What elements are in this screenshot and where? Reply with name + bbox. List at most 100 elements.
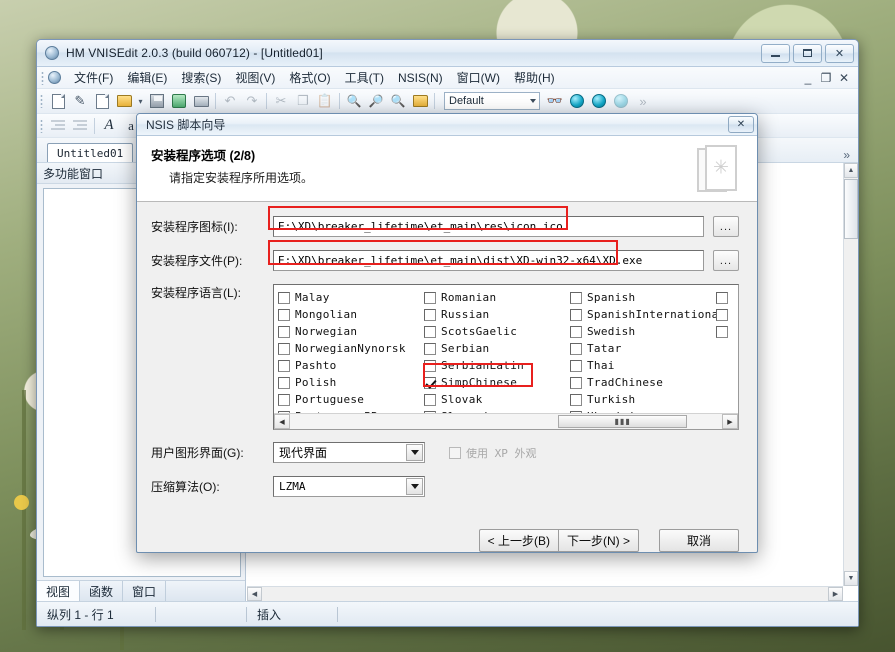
- checkbox[interactable]: [716, 308, 728, 321]
- language-item-spanishinternational[interactable]: SpanishInternational: [570, 306, 725, 323]
- language-item[interactable]: [716, 289, 738, 306]
- menu-item-file[interactable]: 文件(F): [67, 67, 120, 88]
- wizard-close-button[interactable]: ✕: [728, 116, 754, 133]
- toolbar-grip-handle[interactable]: [40, 94, 43, 108]
- language-horizontal-scrollbar[interactable]: ◀ ▮▮▮ ▶: [274, 413, 738, 429]
- mdi-minimize-button[interactable]: _: [801, 72, 815, 84]
- menu-item-help[interactable]: 帮助(H): [507, 67, 562, 88]
- checkbox-thai[interactable]: [570, 359, 582, 372]
- language-item-thai[interactable]: Thai: [570, 357, 716, 374]
- checkbox-portuguese[interactable]: [278, 393, 290, 406]
- menu-item-search[interactable]: 搜索(S): [174, 67, 228, 88]
- font-larger-icon[interactable]: A: [98, 115, 120, 136]
- scroll-right-icon[interactable]: ▶: [828, 587, 843, 601]
- menu-item-edit[interactable]: 编辑(E): [120, 67, 174, 88]
- checkbox-malay[interactable]: [278, 291, 290, 304]
- checkbox-swedish[interactable]: [570, 325, 582, 338]
- mdi-restore-button[interactable]: ❐: [819, 72, 833, 84]
- cancel-button[interactable]: 取消: [659, 529, 739, 552]
- minimize-button[interactable]: [761, 43, 790, 63]
- new-script-icon[interactable]: [91, 91, 113, 112]
- decrease-indent-icon[interactable]: [47, 115, 69, 136]
- menu-grip-handle[interactable]: [41, 70, 44, 85]
- installer-exe-browse-button[interactable]: ...: [713, 250, 739, 271]
- language-item-swedish[interactable]: Swedish: [570, 323, 716, 340]
- language-item-mongolian[interactable]: Mongolian: [278, 306, 424, 323]
- xp-style-checkbox[interactable]: [449, 446, 461, 459]
- wizard-title-bar[interactable]: NSIS 脚本向导 ✕: [137, 114, 757, 136]
- language-item-scotsgaelic[interactable]: ScotsGaelic: [424, 323, 570, 340]
- cut-icon[interactable]: ✂: [270, 91, 292, 112]
- checkbox-serbian[interactable]: [424, 342, 436, 355]
- compile-run-icon[interactable]: [588, 91, 610, 112]
- redo-icon[interactable]: ↷: [241, 91, 263, 112]
- language-item-tatar[interactable]: Tatar: [570, 340, 716, 357]
- format-toolbar-grip-handle[interactable]: [40, 118, 43, 133]
- installer-icon-browse-button[interactable]: ...: [713, 216, 739, 237]
- compressor-select[interactable]: LZMA: [273, 476, 425, 497]
- checkbox-romanian[interactable]: [424, 291, 436, 304]
- language-item-norwegiannynorsk[interactable]: NorwegianNynorsk: [278, 340, 424, 357]
- language-item-polish[interactable]: Polish: [278, 374, 424, 391]
- horizontal-scroll-track[interactable]: [262, 587, 828, 601]
- language-item-pashto[interactable]: Pashto: [278, 357, 424, 374]
- scroll-left-icon[interactable]: ◀: [247, 587, 262, 601]
- chevron-down-icon[interactable]: [406, 444, 423, 461]
- title-bar[interactable]: HM VNISEdit 2.0.3 (build 060712) - [Unti…: [37, 40, 858, 67]
- menu-item-format[interactable]: 格式(O): [282, 67, 337, 88]
- checkbox-turkish[interactable]: [570, 393, 582, 406]
- find-icon[interactable]: 🔍: [343, 91, 365, 112]
- paste-icon[interactable]: 📋: [314, 91, 336, 112]
- print-icon[interactable]: [190, 91, 212, 112]
- menu-item-nsis[interactable]: NSIS(N): [391, 69, 450, 87]
- xp-style-checkbox-group[interactable]: 使用 XP 外观: [449, 445, 537, 461]
- new-file-icon[interactable]: [47, 91, 69, 112]
- checkbox-spanish[interactable]: [570, 291, 582, 304]
- toolbar-overflow-icon[interactable]: »: [632, 91, 654, 112]
- checkbox-polish[interactable]: [278, 376, 290, 389]
- back-button[interactable]: < 上一步(B): [478, 529, 558, 552]
- checkbox-norwegiannynorsk[interactable]: [278, 342, 290, 355]
- scroll-up-icon[interactable]: ▲: [844, 163, 858, 178]
- chevron-down-icon[interactable]: [406, 478, 423, 495]
- checkbox-tatar[interactable]: [570, 342, 582, 355]
- preview-icon[interactable]: 👓: [544, 91, 566, 112]
- mdi-close-button[interactable]: ✕: [837, 72, 851, 84]
- menu-app-icon[interactable]: [48, 71, 61, 84]
- tab-view[interactable]: 视图: [37, 581, 81, 601]
- language-scroll-thumb[interactable]: ▮▮▮: [557, 415, 688, 428]
- next-button[interactable]: 下一步(N) >: [557, 529, 639, 552]
- style-combo[interactable]: Default: [444, 92, 540, 110]
- checkbox-simpchinese[interactable]: [424, 376, 436, 389]
- language-item[interactable]: [716, 323, 738, 340]
- menu-item-window[interactable]: 窗口(W): [450, 67, 507, 88]
- test-icon[interactable]: [610, 91, 632, 112]
- gui-select[interactable]: 现代界面: [273, 442, 425, 463]
- checkbox-russian[interactable]: [424, 308, 436, 321]
- scroll-down-icon[interactable]: ▼: [844, 571, 858, 586]
- save-file-icon[interactable]: [146, 91, 168, 112]
- language-scroll-right-icon[interactable]: ▶: [722, 414, 738, 429]
- vertical-scroll-thumb[interactable]: [844, 179, 858, 239]
- language-item-portuguese[interactable]: Portuguese: [278, 391, 424, 408]
- language-item-serbian[interactable]: Serbian: [424, 340, 570, 357]
- checkbox-slovak[interactable]: [424, 393, 436, 406]
- language-item-spanish[interactable]: Spanish: [570, 289, 716, 306]
- language-scroll-left-icon[interactable]: ◀: [274, 414, 290, 429]
- checkbox-serbianlatin[interactable]: [424, 359, 436, 372]
- maximize-button[interactable]: [793, 43, 822, 63]
- language-item-norwegian[interactable]: Norwegian: [278, 323, 424, 340]
- tab-overflow-icon[interactable]: »: [843, 148, 858, 162]
- checkbox-tradchinese[interactable]: [570, 376, 582, 389]
- open-dropdown-icon[interactable]: ▾: [135, 91, 146, 112]
- language-item-slovak[interactable]: Slovak: [424, 391, 570, 408]
- find-next-icon[interactable]: 🔎: [365, 91, 387, 112]
- language-item-tradchinese[interactable]: TradChinese: [570, 374, 716, 391]
- language-scroll-track[interactable]: ▮▮▮: [290, 414, 722, 429]
- new-from-template-icon[interactable]: ✎: [69, 91, 91, 112]
- checkbox-norwegian[interactable]: [278, 325, 290, 338]
- document-tab-untitled01[interactable]: Untitled01: [47, 143, 134, 162]
- language-item-simpchinese[interactable]: SimpChinese: [424, 374, 570, 391]
- undo-icon[interactable]: ↶: [219, 91, 241, 112]
- close-button[interactable]: ✕: [825, 43, 854, 63]
